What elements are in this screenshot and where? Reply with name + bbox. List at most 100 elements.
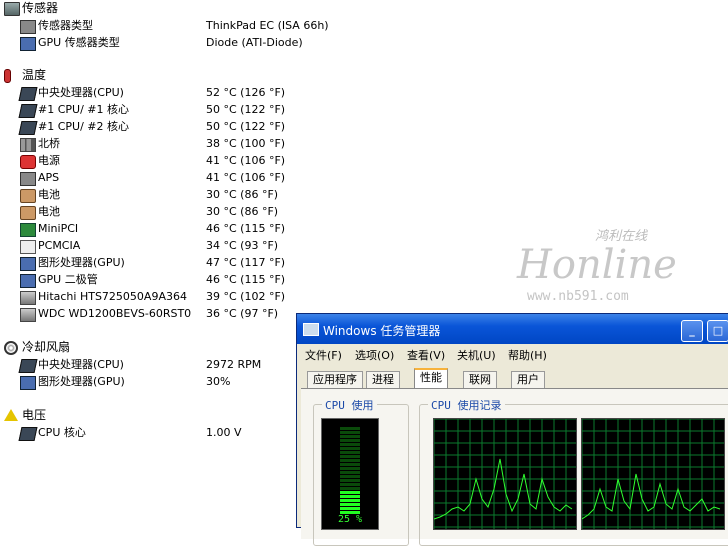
tab-networking[interactable]: 联网 [463, 371, 497, 388]
cpu-icon [18, 359, 38, 373]
maximize-button[interactable]: □ [707, 320, 728, 342]
tab-performance[interactable]: 性能 [414, 368, 448, 389]
sensor-label: 北桥 [38, 137, 60, 150]
sensor-row[interactable]: 图形处理器(GPU) 47 °C (117 °F) [0, 254, 300, 271]
sensor-label: MiniPCI [38, 222, 79, 235]
sensor-value: 30 °C (86 °F) [206, 188, 279, 201]
sensor-value: 30 °C (86 °F) [206, 205, 279, 218]
sensor-row[interactable]: GPU 传感器类型 Diode (ATI-Diode) [0, 34, 303, 51]
meter-segment [340, 507, 360, 510]
title-bar[interactable]: Windows 任务管理器 _ □ [297, 314, 728, 344]
meter-segment [340, 499, 360, 502]
sensor-row[interactable]: 中央处理器(CPU) 2972 RPM [0, 356, 300, 373]
sensor-value: ThinkPad EC (ISA 66h) [206, 19, 329, 32]
sensor-row[interactable]: 电源 41 °C (106 °F) [0, 152, 300, 169]
sensor-value: Diode (ATI-Diode) [206, 36, 303, 49]
watermark-brand: Honline [516, 242, 677, 288]
cpu-icon [18, 121, 38, 135]
hdd-icon [20, 308, 36, 322]
sensor-row[interactable]: 电池 30 °C (86 °F) [0, 186, 300, 203]
meter-segment [340, 451, 360, 454]
menu-options[interactable]: 选项(O) [355, 347, 394, 363]
sensor-value: 41 °C (106 °F) [206, 171, 286, 184]
meter-segment [340, 435, 360, 438]
sensor-row[interactable]: 图形处理器(GPU) 30% [0, 373, 300, 390]
sensor-row[interactable]: 中央处理器(CPU) 52 °C (126 °F) [0, 84, 300, 101]
sensor-row[interactable]: MiniPCI 46 °C (115 °F) [0, 220, 300, 237]
sensor-label: #1 CPU/ #1 核心 [38, 103, 129, 116]
sensor-value: 46 °C (115 °F) [206, 273, 286, 286]
power-icon [20, 155, 36, 169]
meter-segment [340, 479, 360, 482]
sensor-label: 中央处理器(CPU) [38, 358, 124, 371]
voltage-warning-icon [4, 409, 18, 421]
sensor-row[interactable]: 传感器类型 ThinkPad EC (ISA 66h) [0, 17, 329, 34]
cpu-history-graph-1 [433, 418, 577, 530]
sensor-row[interactable]: PCMCIA 34 °C (93 °F) [0, 237, 300, 254]
watermark-url: www.nb591.com [527, 289, 629, 304]
sensor-label: #1 CPU/ #2 核心 [38, 120, 129, 133]
sensor-row[interactable]: 电池 30 °C (86 °F) [0, 203, 300, 220]
menu-help[interactable]: 帮助(H) [508, 347, 547, 363]
fan-icon [4, 341, 18, 355]
section-title: 传感器 [22, 1, 59, 15]
sensor-label: PCMCIA [38, 239, 81, 252]
minimize-button[interactable]: _ [681, 320, 703, 342]
sensor-value: 50 °C (122 °F) [206, 120, 286, 133]
sensor-value: 30% [206, 375, 231, 388]
cpu-trace [582, 473, 721, 520]
sensor-row[interactable]: CPU 核心 1.00 V [0, 424, 300, 441]
gpu-icon [20, 376, 36, 390]
sensor-label: GPU 二极管 [38, 273, 98, 286]
section-title: 电压 [22, 408, 47, 422]
cpu-icon [18, 104, 38, 118]
sensor-label: 传感器类型 [38, 19, 93, 32]
sensor-label: CPU 核心 [38, 426, 86, 439]
sensor-row[interactable]: Hitachi HTS725050A9A364 39 °C (102 °F) [0, 288, 300, 305]
cpu-usage-value: 25 % [337, 514, 363, 525]
sensor-label: 中央处理器(CPU) [38, 86, 124, 99]
sensor-value: 2972 RPM [206, 358, 262, 371]
cpu-history-graph-2 [581, 418, 725, 530]
tab-strip: 应用程序 进程 性能 联网 用户 [297, 368, 728, 389]
menu-view[interactable]: 查看(V) [407, 347, 445, 363]
sensor-value: 41 °C (106 °F) [206, 154, 286, 167]
menu-file[interactable]: 文件(F) [305, 347, 342, 363]
gpu-icon [20, 274, 36, 288]
aps-icon [20, 172, 36, 186]
pcmcia-icon [20, 240, 36, 254]
tab-applications[interactable]: 应用程序 [307, 371, 363, 388]
meter-segment [340, 427, 360, 430]
cpu-history-label: CPU 使用记录 [428, 397, 505, 413]
sensor-row[interactable]: WDC WD1200BEVS-60RST0 36 °C (97 °F) [0, 305, 300, 322]
tab-processes[interactable]: 进程 [366, 371, 400, 388]
cpu-history-chart-1 [434, 419, 576, 529]
sensor-value: 1.00 V [206, 426, 242, 439]
task-manager-icon [303, 323, 319, 336]
gpu-icon [20, 257, 36, 271]
sensor-row[interactable]: #1 CPU/ #2 核心 50 °C (122 °F) [0, 118, 300, 135]
cpu-usage-label: CPU 使用 [322, 397, 377, 413]
meter-segment [340, 455, 360, 458]
sensor-row[interactable]: APS 41 °C (106 °F) [0, 169, 300, 186]
menu-shutdown[interactable]: 关机(U) [457, 347, 496, 363]
minipci-icon [20, 223, 36, 237]
cpu-icon [18, 87, 38, 101]
cpu-icon [18, 427, 38, 441]
hdd-icon [20, 291, 36, 305]
meter-segment [340, 431, 360, 434]
tab-users[interactable]: 用户 [511, 371, 545, 388]
gpu-sensor-icon [20, 37, 36, 51]
sensor-label: 图形处理器(GPU) [38, 375, 125, 388]
sensor-value: 39 °C (102 °F) [206, 290, 286, 303]
meter-segment [340, 511, 360, 514]
sensor-label: 电池 [38, 188, 60, 201]
sensor-value: 38 °C (100 °F) [206, 137, 286, 150]
sensor-row[interactable]: 北桥 38 °C (100 °F) [0, 135, 300, 152]
meter-segment [340, 471, 360, 474]
sensor-row[interactable]: GPU 二极管 46 °C (115 °F) [0, 271, 300, 288]
sensor-value: 52 °C (126 °F) [206, 86, 286, 99]
sensor-row[interactable]: #1 CPU/ #1 核心 50 °C (122 °F) [0, 101, 300, 118]
sensor-value: 47 °C (117 °F) [206, 256, 286, 269]
meter-segment [340, 491, 360, 494]
